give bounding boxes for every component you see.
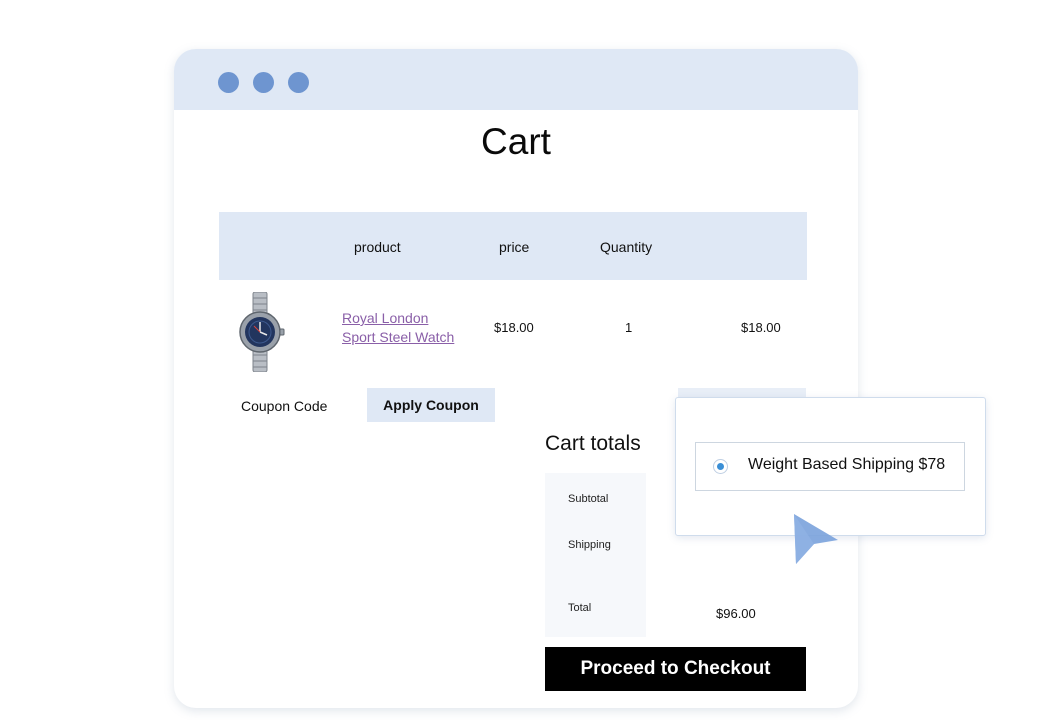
window-close-dot[interactable] (218, 72, 239, 93)
page-title: Cart (481, 121, 551, 162)
radio-selected-dot (717, 463, 724, 470)
cart-totals-title: Cart totals (545, 432, 641, 455)
window-maximize-dot[interactable] (288, 72, 309, 93)
header-product: product (354, 239, 401, 255)
shipping-radio[interactable] (713, 459, 728, 474)
header-quantity: Quantity (600, 239, 653, 255)
browser-window: Cart product price Quantity Royal London… (174, 49, 858, 708)
product-link[interactable]: Royal London Sport Steel Watch (342, 309, 454, 347)
product-name-line2[interactable]: Sport Steel Watch (342, 328, 454, 347)
total-value: $96.00 (716, 606, 756, 621)
product-subtotal: $18.00 (741, 320, 781, 335)
subtotal-label: Subtotal (568, 493, 609, 505)
pointer-arrow-icon (794, 514, 838, 564)
wristwatch-image[interactable] (234, 292, 286, 372)
proceed-to-checkout-button[interactable]: Proceed to Checkout (545, 647, 806, 691)
shipping-label: Shipping (568, 539, 611, 551)
cart-totals-labels: Subtotal Shipping Total (545, 473, 646, 637)
product-price: $18.00 (494, 320, 534, 335)
cart-table-header: product price Quantity (219, 212, 807, 280)
total-label: Total (568, 602, 592, 614)
window-minimize-dot[interactable] (253, 72, 274, 93)
shipping-option-weight-based[interactable]: Weight Based Shipping $78 (695, 442, 965, 491)
header-price: price (499, 239, 530, 255)
apply-coupon-button[interactable]: Apply Coupon (367, 388, 495, 422)
product-name-line1[interactable]: Royal London (342, 309, 454, 328)
shipping-option-label: Weight Based Shipping $78 (748, 456, 946, 473)
coupon-code-label: Coupon Code (241, 398, 328, 414)
product-quantity[interactable]: 1 (625, 320, 632, 335)
window-titlebar (174, 49, 858, 110)
